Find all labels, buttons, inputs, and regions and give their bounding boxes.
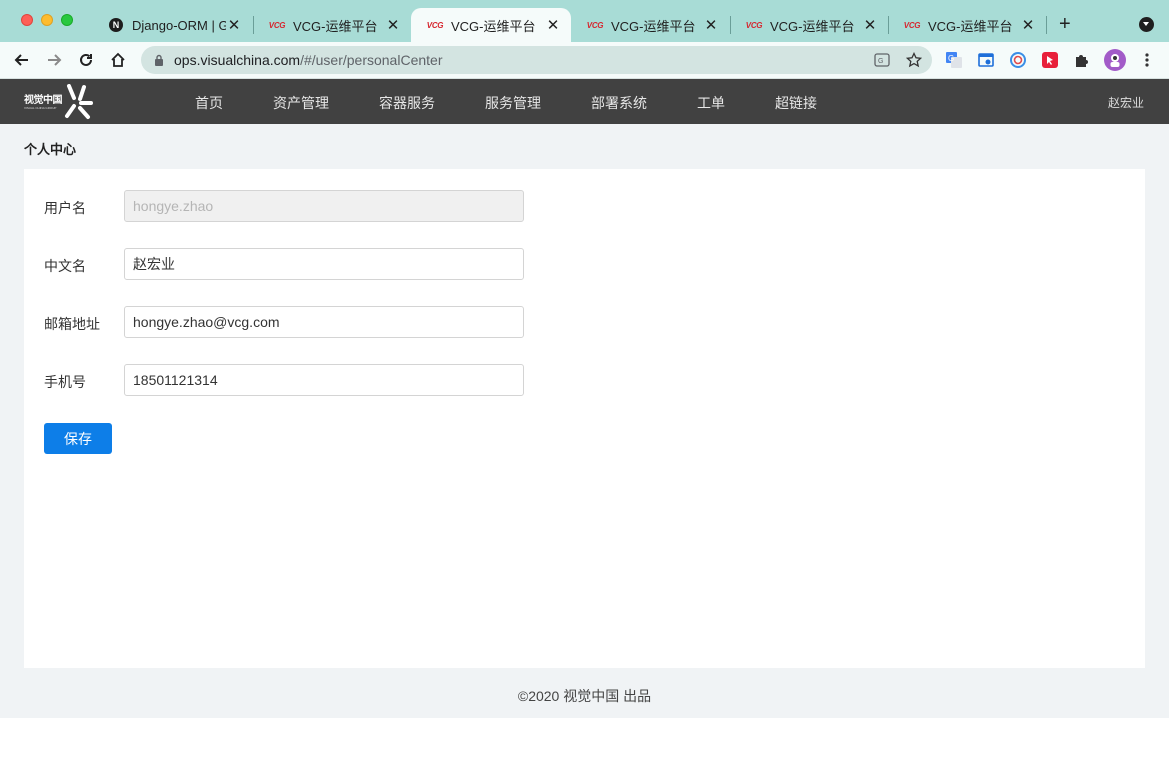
tab-title: VCG-运维平台 xyxy=(928,18,1013,34)
reload-icon[interactable] xyxy=(76,50,96,70)
tab-search-icon[interactable] xyxy=(1139,17,1154,32)
nav-item-home[interactable]: 首页 xyxy=(195,93,223,113)
username-label: 用户名 xyxy=(44,200,86,216)
close-tab-icon[interactable]: ✕ xyxy=(1020,16,1036,34)
save-button[interactable]: 保存 xyxy=(44,423,112,454)
logo-mark-icon xyxy=(65,84,93,119)
url-path: /#/user/personalCenter xyxy=(300,52,443,68)
username-input xyxy=(124,190,524,222)
google-translate-icon[interactable]: G xyxy=(945,51,963,69)
user-menu[interactable]: 赵宏业 xyxy=(1108,94,1144,111)
vcg-icon: VCG xyxy=(903,20,921,30)
browser-toolbar: ops.visualchina.com/#/user/personalCente… xyxy=(0,42,1169,79)
browser-tab[interactable]: VCG VCG-运维平台 ✕ xyxy=(571,8,729,42)
profile-avatar-icon[interactable] xyxy=(1104,49,1126,71)
nav-item-services[interactable]: 服务管理 xyxy=(485,93,541,113)
logo-subtext: VISUAL CHINA GROUP xyxy=(24,105,57,110)
vcg-icon: VCG xyxy=(745,20,763,30)
puzzle-extensions-icon[interactable] xyxy=(1073,51,1091,69)
close-window-button[interactable] xyxy=(21,14,33,26)
phone-input[interactable] xyxy=(124,364,524,396)
tab-title: VCG-运维平台 xyxy=(770,18,855,34)
pointer-extension-icon[interactable] xyxy=(1041,51,1059,69)
tab-title: VCG-运维平台 xyxy=(293,18,378,34)
close-tab-icon[interactable]: ✕ xyxy=(703,16,719,34)
color-picker-icon[interactable] xyxy=(1009,51,1027,69)
footer-text: ©2020 视觉中国 出品 xyxy=(517,688,652,704)
nav-item-links[interactable]: 超链接 xyxy=(775,93,817,113)
translate-page-icon[interactable]: G xyxy=(874,52,890,68)
cn-name-label: 中文名 xyxy=(44,258,86,274)
tab-title: VCG-运维平台 xyxy=(611,18,696,34)
lock-icon[interactable] xyxy=(152,53,166,67)
logo-text: 视觉中国 xyxy=(24,94,63,106)
back-arrow-icon[interactable] xyxy=(12,50,32,70)
close-tab-icon[interactable]: ✕ xyxy=(545,16,561,34)
browser-tab[interactable]: VCG VCG-运维平台 ✕ xyxy=(730,8,888,42)
phone-label: 手机号 xyxy=(44,374,86,390)
bookmark-star-icon[interactable] xyxy=(906,52,922,68)
email-label: 邮箱地址 xyxy=(44,316,100,332)
svg-text:G: G xyxy=(878,58,883,65)
n-icon: N xyxy=(108,17,124,33)
app-header: 视觉中国 VISUAL CHINA GROUP 首页 资产管理 容器服务 服务管… xyxy=(0,79,1169,124)
page-title: 个人中心 xyxy=(24,142,77,157)
screen-capture-icon[interactable] xyxy=(977,51,995,69)
browser-tab[interactable]: VCG VCG-运维平台 ✕ xyxy=(888,8,1046,42)
browser-menu-icon[interactable] xyxy=(1138,51,1156,69)
email-input[interactable] xyxy=(124,306,524,338)
svg-text:G: G xyxy=(948,54,954,63)
new-tab-icon[interactable]: + xyxy=(1059,13,1071,35)
url-text[interactable]: ops.visualchina.com/#/user/personalCente… xyxy=(174,52,442,68)
tab-title: Django-ORM | Ga xyxy=(132,17,226,33)
nav-item-deploy[interactable]: 部署系统 xyxy=(591,93,647,113)
close-tab-icon[interactable]: ✕ xyxy=(226,16,242,34)
forward-arrow-icon[interactable] xyxy=(44,50,64,70)
browser-tab[interactable]: N Django-ORM | Ga ✕ xyxy=(92,8,252,42)
home-icon[interactable] xyxy=(108,50,128,70)
minimize-window-button[interactable] xyxy=(41,14,53,26)
close-tab-icon[interactable]: ✕ xyxy=(385,16,401,34)
browser-tabstrip: N Django-ORM | Ga ✕ VCG VCG-运维平台 ✕ VCG V… xyxy=(0,0,1169,42)
vcg-icon: VCG xyxy=(586,20,604,30)
close-tab-icon[interactable]: ✕ xyxy=(862,16,878,34)
vcg-icon: VCG xyxy=(426,20,444,30)
nav-item-assets[interactable]: 资产管理 xyxy=(273,93,329,113)
address-bar[interactable]: ops.visualchina.com/#/user/personalCente… xyxy=(141,46,932,74)
maximize-window-button[interactable] xyxy=(61,14,73,26)
nav-item-containers[interactable]: 容器服务 xyxy=(379,93,435,113)
tab-title: VCG-运维平台 xyxy=(451,18,536,34)
browser-tab[interactable]: VCG VCG-运维平台 ✕ xyxy=(253,8,411,42)
nav-item-tickets[interactable]: 工单 xyxy=(697,93,725,113)
browser-tab-active[interactable]: VCG VCG-运维平台 ✕ xyxy=(411,8,571,42)
url-host: ops.visualchina.com xyxy=(174,52,301,68)
cn-name-input[interactable] xyxy=(124,248,524,280)
vcg-logo[interactable]: 视觉中国 VISUAL CHINA GROUP xyxy=(24,83,98,121)
tab-divider xyxy=(1046,16,1047,34)
profile-card xyxy=(24,169,1145,668)
vcg-icon: VCG xyxy=(268,20,286,30)
